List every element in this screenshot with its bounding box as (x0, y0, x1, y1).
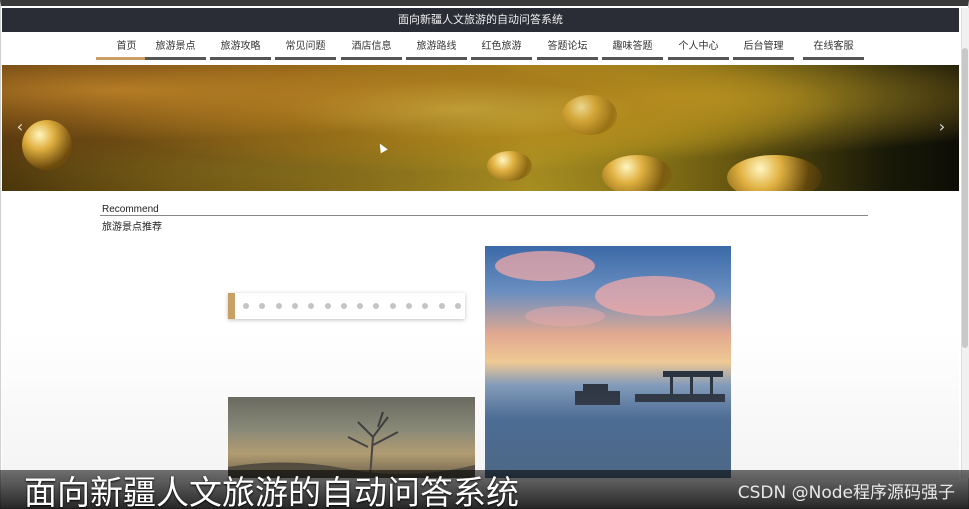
nav-item-attractions[interactable]: 旅游景点 (145, 40, 206, 60)
banner-decoration (487, 151, 532, 181)
pager-dot[interactable] (340, 303, 347, 309)
nav-item-label: 首页 (116, 41, 137, 52)
nav-item-label: 旅游攻略 (220, 41, 261, 52)
main-nav: 首页 旅游景点 旅游攻略 常见问题 酒店信息 旅游路线 红色旅游 答题论坛 趣味… (2, 33, 959, 63)
banner-decoration (22, 120, 72, 170)
pager-dot[interactable] (275, 303, 282, 309)
banner-decoration (562, 95, 617, 135)
pager-dot[interactable] (422, 303, 429, 309)
nav-item-label: 酒店信息 (351, 41, 392, 52)
hero-carousel[interactable]: ‹ › (2, 65, 959, 191)
scroll-thumb[interactable] (962, 48, 968, 348)
nav-item-label: 在线客服 (813, 41, 854, 52)
nav-item-quiz[interactable]: 趣味答题 (602, 40, 663, 60)
section-divider (100, 215, 868, 216)
nav-item-hotels[interactable]: 酒店信息 (341, 40, 402, 60)
pager-dot[interactable] (454, 303, 461, 309)
nav-item-label: 答题论坛 (547, 41, 588, 52)
nav-item-red-tourism[interactable]: 红色旅游 (471, 40, 532, 60)
nav-item-label: 红色旅游 (481, 41, 522, 52)
nav-item-profile[interactable]: 个人中心 (668, 40, 729, 60)
nav-item-admin[interactable]: 后台管理 (733, 40, 794, 60)
video-caption: 面向新疆人文旅游的自动问答系统 (24, 473, 519, 509)
pager-dot[interactable] (438, 303, 445, 309)
attraction-card-image[interactable] (485, 246, 731, 478)
nav-item-forum[interactable]: 答题论坛 (537, 40, 598, 60)
nav-item-faq[interactable]: 常见问题 (275, 40, 336, 60)
pier-silhouette-icon (575, 371, 725, 405)
nav-item-label: 后台管理 (743, 41, 784, 52)
nav-item-label: 常见问题 (285, 41, 326, 52)
nav-item-label: 趣味答题 (612, 41, 653, 52)
chevron-left-icon[interactable]: ‹ (12, 117, 28, 137)
nav-item-label: 旅游路线 (416, 41, 457, 52)
nav-item-support[interactable]: 在线客服 (803, 40, 864, 60)
nav-item-guides[interactable]: 旅游攻略 (210, 40, 271, 60)
pager-dot[interactable] (406, 303, 412, 309)
pager-dot[interactable] (259, 303, 266, 309)
csdn-watermark: CSDN @Node程序源码强子 (737, 483, 955, 503)
site-title: 面向新疆人文旅游的自动问答系统 (398, 13, 563, 26)
pager-dot[interactable] (308, 303, 315, 309)
banner-decoration (602, 155, 672, 191)
pager-dot[interactable] (243, 303, 249, 309)
pager-dot[interactable] (373, 303, 380, 309)
carousel-pager (228, 293, 465, 319)
section-title: 旅游景点推荐 (102, 222, 162, 233)
pager-dot[interactable] (324, 303, 331, 309)
section-subtitle: Recommend (102, 204, 159, 215)
pager-accent-bar (228, 293, 235, 319)
pager-dot[interactable] (357, 303, 364, 309)
nav-item-label: 个人中心 (678, 41, 719, 52)
vertical-scrollbar[interactable] (961, 8, 969, 478)
chevron-right-icon[interactable]: › (934, 117, 950, 137)
pager-dot[interactable] (389, 303, 396, 309)
site-header: 面向新疆人文旅游的自动问答系统 (2, 8, 959, 32)
nav-item-label: 旅游景点 (155, 41, 196, 52)
banner-decoration (727, 155, 822, 191)
pager-dot[interactable] (291, 303, 298, 309)
nav-item-routes[interactable]: 旅游路线 (406, 40, 467, 60)
